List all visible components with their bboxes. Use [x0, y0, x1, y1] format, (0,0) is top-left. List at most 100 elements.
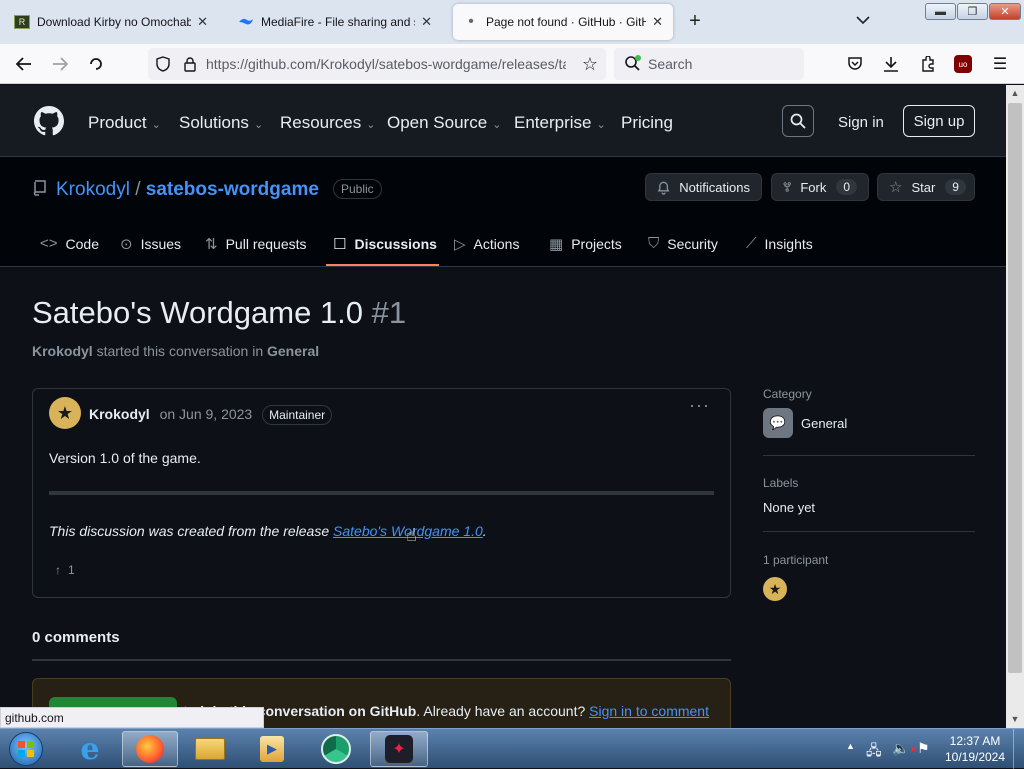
tab-issues[interactable]: ⊙ Issues	[120, 235, 181, 253]
discussion-title-text: Satebo's Wordgame 1.0	[32, 295, 364, 330]
browser-tab-3-active[interactable]: • Page not found · GitHub · GitHub ✕	[453, 4, 673, 40]
sidebar-category-value[interactable]: General	[801, 416, 847, 431]
repo-owner-link[interactable]: Krokodyl	[56, 179, 130, 200]
tab-insights[interactable]: ⟋ Insights	[746, 235, 813, 252]
vertical-scrollbar[interactable]: ▲ ▼	[1006, 85, 1024, 728]
tab-code[interactable]: <> Code	[40, 235, 99, 252]
volume-muted-icon[interactable]: 🔈✕	[892, 740, 918, 757]
tab-discussions[interactable]: ☐ Discussions	[333, 235, 437, 253]
post-options-kebab-icon[interactable]: ···	[689, 395, 710, 416]
participant-avatar[interactable]: ★	[763, 577, 787, 601]
scroll-down-arrow-icon[interactable]: ▼	[1006, 711, 1024, 727]
repo-name-link[interactable]: satebos-wordgame	[146, 179, 319, 200]
start-orb-icon[interactable]	[4, 731, 48, 767]
notifications-label: Notifications	[679, 179, 750, 195]
notifications-button[interactable]: Notifications	[645, 173, 762, 201]
search-placeholder: Search	[648, 56, 693, 72]
scrollbar-thumb[interactable]	[1008, 103, 1022, 673]
sidebar-divider	[763, 531, 975, 532]
forward-button[interactable]	[48, 52, 72, 76]
clock-date: 10/19/2024	[944, 750, 1006, 764]
action-center-flag-icon[interactable]: ⚑	[917, 740, 930, 757]
nav-solutions[interactable]: Solutions ⌄	[179, 113, 263, 133]
network-icon[interactable]: 🖧	[866, 740, 882, 764]
sidebar-divider	[763, 455, 975, 456]
browser-tab-1[interactable]: R Download Kirby no Omochabako ✕	[4, 4, 218, 40]
minimize-window-button[interactable]: ▬	[925, 3, 956, 20]
post-divider	[49, 491, 714, 495]
close-tab-icon[interactable]: ✕	[421, 14, 432, 30]
close-tab-icon[interactable]: ✕	[197, 14, 208, 30]
play-icon: ▷	[454, 236, 466, 253]
fork-button[interactable]: Fork 0	[771, 173, 869, 201]
search-bar[interactable]: Search	[614, 48, 804, 80]
internet-explorer-icon[interactable]: e	[64, 731, 116, 767]
close-window-button[interactable]: ✕	[989, 3, 1021, 20]
author-link[interactable]: Krokodyl	[32, 343, 93, 359]
clock[interactable]: 12:37 AM 10/19/2024	[940, 733, 1010, 765]
chevron-down-icon: ⌄	[366, 119, 376, 131]
stop-loading-button[interactable]	[84, 52, 108, 76]
media-player-icon[interactable]: ▶	[246, 731, 298, 767]
release-note: This discussion was created from the rel…	[49, 523, 487, 539]
star-button[interactable]: ☆ Star 9	[877, 173, 975, 201]
extensions-icon[interactable]	[916, 52, 940, 76]
url-text[interactable]: https://github.com/Krokodyl/satebos-word…	[206, 56, 566, 72]
upvote-button[interactable]: ↑ 1	[49, 557, 81, 583]
ublock-origin-icon[interactable]: uo	[951, 52, 975, 76]
show-hidden-icons-arrow[interactable]: ▲	[846, 741, 855, 751]
tab-projects[interactable]: ▦ Projects	[549, 235, 622, 253]
sign-in-to-comment-link[interactable]: Sign in to comment	[589, 703, 709, 719]
tab-security[interactable]: ⛉ Security	[648, 235, 718, 252]
nav-enterprise[interactable]: Enterprise ⌄	[514, 113, 606, 133]
sign-up-button[interactable]: Sign up	[903, 105, 975, 137]
repository-header: Krokodyl / satebos-wordgame Public Notif…	[0, 157, 1006, 267]
post-date[interactable]: on Jun 9, 2023	[160, 406, 253, 422]
category-link[interactable]: General	[267, 343, 319, 359]
pocket-icon[interactable]	[843, 52, 867, 76]
issue-icon: ⊙	[120, 236, 133, 253]
close-tab-icon[interactable]: ✕	[652, 14, 663, 30]
chrome-like-icon[interactable]	[310, 731, 362, 767]
url-bar[interactable]: https://github.com/Krokodyl/satebos-word…	[148, 48, 606, 80]
selected-tab-underline	[326, 264, 439, 266]
github-search-button[interactable]	[782, 105, 814, 137]
nav-product[interactable]: Product ⌄	[88, 113, 161, 133]
github-logo-icon[interactable]	[34, 106, 64, 136]
tab-title: Page not found · GitHub · GitHub	[486, 15, 647, 29]
shield-icon[interactable]	[154, 56, 172, 72]
post-author-link[interactable]: Krokodyl	[89, 406, 150, 422]
maximize-window-button[interactable]: ❐	[957, 3, 988, 20]
sidebar-labels-value: None yet	[763, 500, 816, 515]
comments-divider	[32, 659, 731, 661]
post-header: Krokodyl on Jun 9, 2023 Maintainer	[89, 405, 333, 425]
list-all-tabs-button[interactable]	[856, 12, 870, 28]
lock-icon[interactable]	[182, 56, 198, 72]
back-button[interactable]	[12, 52, 36, 76]
tab-actions[interactable]: ▷ Actions	[454, 235, 519, 253]
nav-pricing[interactable]: Pricing	[621, 113, 673, 133]
hamburger-menu-icon[interactable]: ☰	[988, 52, 1012, 76]
bell-icon	[657, 181, 670, 195]
emulator-icon[interactable]: ✦	[370, 731, 428, 767]
show-desktop-button[interactable]	[1013, 729, 1024, 769]
search-engine-icon[interactable]	[624, 54, 642, 74]
table-icon: ▦	[549, 236, 564, 253]
scroll-up-arrow-icon[interactable]: ▲	[1006, 85, 1024, 101]
graph-icon: ⟋	[746, 235, 757, 252]
discussion-meta: Krokodyl started this conversation in Ge…	[32, 343, 319, 359]
nav-resources[interactable]: Resources ⌄	[280, 113, 375, 133]
discussion-main: Satebo's Wordgame 1.0 #1 Krokodyl starte…	[0, 267, 1006, 728]
new-tab-button[interactable]: +	[684, 10, 706, 32]
windows-explorer-icon[interactable]	[184, 731, 236, 767]
status-bar: github.com	[0, 707, 264, 728]
downloads-icon[interactable]	[879, 52, 903, 76]
bookmark-star-icon[interactable]: ☆	[582, 54, 598, 75]
nav-open-source[interactable]: Open Source ⌄	[387, 113, 501, 133]
browser-tab-2[interactable]: MediaFire - File sharing and storage ✕	[228, 4, 442, 40]
firefox-icon[interactable]	[122, 731, 178, 767]
chevron-down-icon: ⌄	[492, 119, 502, 131]
sign-in-link[interactable]: Sign in	[838, 114, 884, 131]
avatar[interactable]: ★	[49, 397, 81, 429]
tab-pull-requests[interactable]: ⇅ Pull requests	[205, 235, 307, 253]
